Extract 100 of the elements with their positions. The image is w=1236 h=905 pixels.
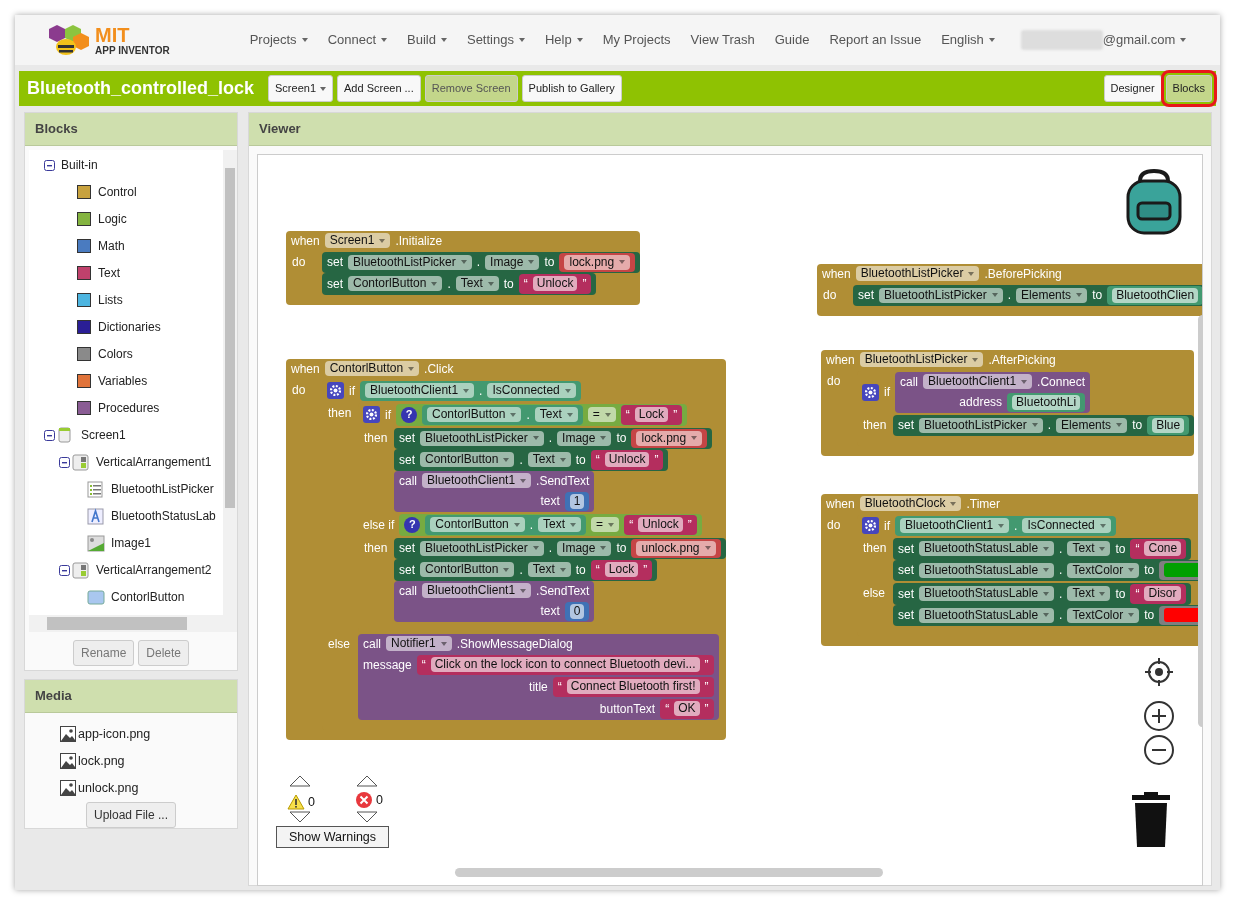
account-menu[interactable]: @gmail.com: [1102, 30, 1197, 50]
block-dropdown[interactable]: ContorlButton: [427, 407, 522, 422]
menu-item[interactable]: Projects: [239, 30, 318, 50]
component-item[interactable]: VerticalArrangement1: [96, 453, 212, 471]
block-dropdown[interactable]: BluetoothClient1: [923, 374, 1033, 389]
block-dropdown[interactable]: ContorlButton: [348, 276, 443, 291]
menu-item[interactable]: English: [931, 30, 1005, 50]
block-dropdown[interactable]: BluetoothListPicker: [348, 254, 472, 270]
menu-item[interactable]: My Projects: [592, 30, 681, 50]
collapse-icon[interactable]: [58, 456, 70, 468]
number-block[interactable]: 0: [564, 601, 590, 621]
text-block[interactable]: “ Cone: [1130, 538, 1187, 559]
text-block[interactable]: “ Unlock ”: [518, 273, 592, 294]
block-dropdown[interactable]: Text: [527, 452, 571, 467]
block-field[interactable]: Unlock: [532, 276, 578, 291]
block-field[interactable]: 1: [569, 493, 585, 509]
compare-block[interactable]: ? ContorlButton . Text = “ Unlock ”: [399, 513, 702, 536]
block-dropdown[interactable]: ContorlButton: [324, 361, 420, 376]
component-item[interactable]: Screen1: [81, 426, 126, 444]
block-dropdown[interactable]: BluetoothListPicker: [855, 266, 980, 281]
toolbar-button[interactable]: Publish to Gallery: [521, 75, 622, 102]
category-item[interactable]: Text: [98, 264, 120, 282]
block-field[interactable]: Blue: [1152, 417, 1185, 433]
collapse-icon[interactable]: [43, 159, 55, 171]
compare-block[interactable]: ? ContorlButton . Text = “ Lock ”: [396, 403, 688, 426]
block-dropdown[interactable]: =: [591, 517, 620, 532]
category-item[interactable]: Procedures: [98, 399, 160, 417]
number-block[interactable]: 1: [564, 491, 590, 511]
method-call-block[interactable]: call BluetoothClient1 .Connect address BluetoothLi: [895, 371, 1091, 413]
menu-item[interactable]: Guide: [764, 30, 820, 50]
target-icon[interactable]: [1143, 655, 1175, 688]
text-block[interactable]: “ Unlock ”: [590, 449, 664, 470]
block-field[interactable]: Click on the lock icon to connect Bluetooth devi...: [430, 657, 700, 672]
block-field[interactable]: BluetoothClien: [1112, 287, 1199, 303]
block-field[interactable]: Disor: [1144, 586, 1181, 601]
component-item[interactable]: Image1: [111, 534, 152, 552]
trash-icon[interactable]: [1130, 791, 1172, 848]
block-dropdown[interactable]: BluetoothListPicker: [420, 540, 544, 556]
block-field[interactable]: Cone: [1144, 541, 1182, 556]
getter-block[interactable]: BluetoothClient1 . IsConnected: [360, 380, 581, 401]
category-item[interactable]: Control: [98, 183, 137, 201]
setter-block[interactable]: set ContorlButton . Text to “ Lock ”: [394, 558, 658, 581]
zoom-out-icon[interactable]: [1143, 733, 1175, 766]
block-dropdown[interactable]: BluetoothClient1: [365, 383, 475, 398]
text-block[interactable]: “ Click on the lock icon to connect Bluetooth devi... ”: [416, 654, 714, 675]
media-file[interactable]: unlock.png: [78, 778, 139, 798]
gear-icon[interactable]: [327, 382, 344, 399]
block-dropdown[interactable]: Image: [557, 540, 612, 556]
block-dropdown[interactable]: Text: [534, 407, 578, 422]
block-field[interactable]: Lock: [634, 407, 669, 422]
block-dropdown[interactable]: BluetoothClient1: [422, 473, 532, 488]
asset-block[interactable]: lock.png: [559, 252, 636, 272]
block-field[interactable]: Unlock: [638, 517, 683, 532]
block-field[interactable]: OK: [674, 701, 700, 716]
menu-item[interactable]: Build: [397, 30, 457, 50]
component-item[interactable]: Built-in: [61, 156, 98, 174]
arrow-up-icon[interactable]: [356, 774, 378, 787]
event-block[interactable]: when BluetoothListPicker .BeforePicking do set BluetoothListPicker . Elements to BluetoothClien: [817, 263, 1202, 316]
block-dropdown[interactable]: BluetoothClock: [859, 496, 962, 511]
getter-block[interactable]: ContorlButton . Text: [425, 514, 587, 535]
getter-block[interactable]: Blue: [1147, 415, 1190, 435]
collapse-icon[interactable]: [43, 429, 55, 441]
block-dropdown[interactable]: Text: [1067, 586, 1111, 601]
text-block[interactable]: “ Connect Bluetooth first! ”: [552, 676, 714, 697]
block-dropdown[interactable]: BluetoothStatusLable: [919, 607, 1055, 623]
toolbar-button[interactable]: Add Screen ...: [337, 75, 421, 102]
block-dropdown[interactable]: BluetoothListPicker: [859, 352, 984, 367]
text-block[interactable]: “ Disor: [1130, 583, 1186, 604]
setter-block[interactable]: set BluetoothStatusLable . Text to “ Disor: [893, 582, 1191, 605]
getter-block[interactable]: BluetoothClient1 . IsConnected: [895, 515, 1116, 536]
block-dropdown[interactable]: Text: [538, 517, 582, 532]
setter-block[interactable]: set BluetoothListPicker . Image to lock.png: [322, 251, 641, 273]
block-field[interactable]: 0: [569, 603, 585, 619]
block-field[interactable]: Unlock: [604, 452, 650, 467]
horizontal-scrollbar[interactable]: [455, 867, 883, 877]
block-field[interactable]: Connect Bluetooth first!: [566, 679, 700, 694]
getter-block[interactable]: BluetoothLi: [1007, 392, 1086, 412]
block-dropdown[interactable]: ContorlButton: [420, 452, 515, 467]
getter-block[interactable]: ContorlButton . Text: [422, 404, 583, 425]
block-dropdown[interactable]: IsConnected: [1022, 518, 1111, 533]
text-block[interactable]: “ Lock ”: [620, 404, 683, 425]
block-dropdown[interactable]: TextColor: [1067, 562, 1140, 578]
category-item[interactable]: Colors: [98, 345, 133, 363]
block-dropdown[interactable]: Screen1: [324, 233, 391, 248]
asset-block[interactable]: lock.png: [631, 428, 708, 448]
collapse-icon[interactable]: [58, 564, 70, 576]
category-item[interactable]: Variables: [98, 372, 148, 390]
gear-icon[interactable]: [363, 406, 380, 423]
block-dropdown[interactable]: BluetoothListPicker: [919, 417, 1043, 433]
block-dropdown[interactable]: BluetoothClient1: [422, 583, 532, 598]
text-block[interactable]: “ OK ”: [660, 698, 714, 719]
category-item[interactable]: Dictionaries: [98, 318, 161, 336]
gear-icon[interactable]: [862, 383, 879, 401]
block-dropdown[interactable]: Text: [455, 276, 499, 291]
block-dropdown[interactable]: Elements: [1016, 287, 1088, 303]
block-dropdown[interactable]: Image: [485, 254, 540, 270]
block-dropdown[interactable]: =: [587, 407, 616, 422]
upload-button[interactable]: Upload File ...: [85, 801, 176, 828]
setter-block[interactable]: set BluetoothListPicker . Elements to Blue: [893, 414, 1195, 436]
block-dropdown[interactable]: IsConnected: [487, 383, 576, 398]
